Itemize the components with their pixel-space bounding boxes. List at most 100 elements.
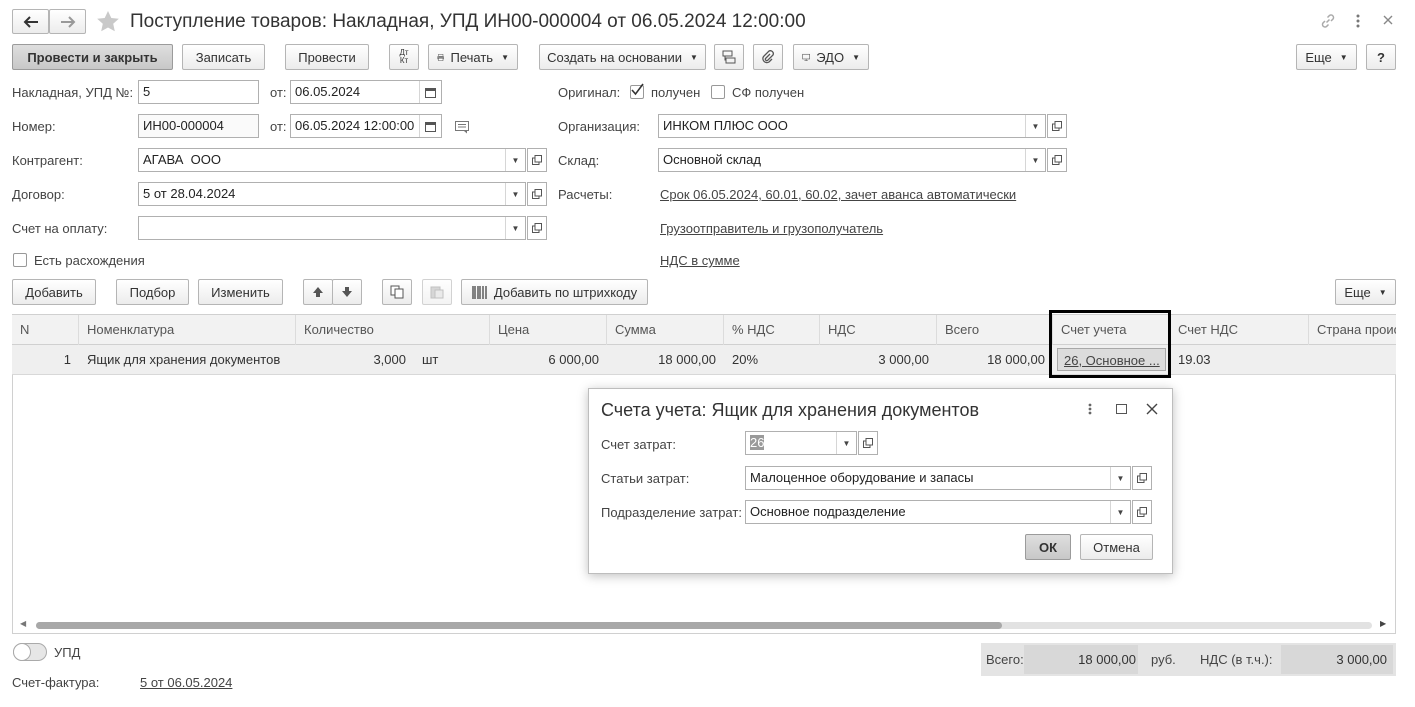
open-cost-account-button[interactable]	[858, 431, 878, 455]
post-button[interactable]: Провести	[285, 44, 369, 70]
chevron-down-icon[interactable]: ▼	[505, 183, 525, 205]
cell-nomenclature[interactable]: Ящик для хранения документов	[79, 345, 296, 375]
invoice-footer-link[interactable]: 5 от 06.05.2024	[140, 675, 232, 691]
column-header-nomenclature[interactable]: Номенклатура	[79, 315, 296, 345]
contract-field[interactable]: 5 от 28.04.2024 ▼	[138, 182, 526, 206]
arrow-right-icon	[60, 15, 75, 28]
change-button[interactable]: Изменить	[198, 279, 283, 305]
forward-button[interactable]	[49, 9, 86, 34]
chevron-down-icon[interactable]: ▼	[1110, 467, 1130, 489]
add-by-barcode-label: Добавить по штрихкоду	[493, 284, 638, 300]
print-button[interactable]: Печать ▼	[428, 44, 518, 70]
chevron-down-icon[interactable]: ▼	[505, 217, 525, 239]
more-button[interactable]: Еще ▼	[1296, 44, 1357, 70]
shipper-consignee-link[interactable]: Грузоотправитель и грузополучатель	[660, 221, 883, 237]
cell-vat-account[interactable]: 19.03	[1170, 345, 1309, 375]
discrepancy-checkbox[interactable]	[13, 253, 27, 267]
chevron-down-icon: ▼	[501, 52, 509, 62]
vat-in-sum-link[interactable]: НДС в сумме	[660, 253, 740, 269]
help-button[interactable]: ?	[1366, 44, 1396, 70]
calendar-icon[interactable]	[419, 115, 441, 137]
open-warehouse-button[interactable]	[1047, 148, 1067, 172]
chevron-down-icon[interactable]: ▼	[836, 432, 856, 454]
scroll-left-arrow[interactable]: ◀	[20, 619, 26, 628]
dt-kt-button[interactable]: Дт Кт	[389, 44, 419, 70]
invoice-number-field[interactable]: 5	[138, 80, 259, 104]
cell-unit[interactable]: шт	[414, 345, 490, 375]
cell-sum[interactable]: 18 000,00	[607, 345, 724, 375]
save-button[interactable]: Записать	[182, 44, 265, 70]
table-row[interactable]: 1 Ящик для хранения документов 3,000 шт …	[12, 345, 1396, 375]
warehouse-field[interactable]: Основной склад ▼	[658, 148, 1046, 172]
doc-date-field[interactable]: 06.05.2024 12:00:00	[290, 114, 442, 138]
open-cost-items-button[interactable]	[1132, 466, 1152, 490]
cell-vat-rate[interactable]: 20%	[724, 345, 820, 375]
cell-total[interactable]: 18 000,00	[937, 345, 1053, 375]
column-header-price[interactable]: Цена	[490, 315, 607, 345]
post-and-close-button[interactable]: Провести и закрыть	[12, 44, 173, 70]
favorite-star-icon[interactable]	[96, 10, 120, 35]
chevron-down-icon[interactable]: ▼	[1025, 115, 1045, 137]
chevron-down-icon[interactable]: ▼	[1110, 501, 1130, 523]
settlements-link[interactable]: Срок 06.05.2024, 60.01, 60.02, зачет ава…	[660, 187, 1016, 203]
column-header-quantity[interactable]: Количество	[296, 315, 490, 345]
total-label: Всего:	[986, 652, 1024, 667]
open-payment-invoice-button[interactable]	[527, 216, 547, 240]
payment-invoice-field[interactable]: ▼	[138, 216, 526, 240]
column-header-vat[interactable]: НДС	[820, 315, 937, 345]
column-header-vat-rate[interactable]: % НДС	[724, 315, 820, 345]
column-header-sum[interactable]: Сумма	[607, 315, 724, 345]
copy-rows-button[interactable]	[382, 279, 412, 305]
close-dialog-icon[interactable]	[1146, 403, 1158, 418]
open-contract-button[interactable]	[527, 182, 547, 206]
move-up-button[interactable]	[303, 279, 333, 305]
cost-department-field[interactable]: Основное подразделение ▼	[745, 500, 1131, 524]
close-window-icon[interactable]	[1382, 14, 1394, 29]
open-contractor-button[interactable]	[527, 148, 547, 172]
contractor-field[interactable]: АГАВА ООО ▼	[138, 148, 526, 172]
column-header-n[interactable]: N	[12, 315, 79, 345]
cost-account-field[interactable]: 26 ▼	[745, 431, 857, 455]
invoice-date-field[interactable]: 06.05.2024	[290, 80, 442, 104]
column-header-country[interactable]: Страна проис	[1309, 315, 1396, 345]
dialog-menu-icon[interactable]	[1086, 402, 1094, 419]
move-down-button[interactable]	[332, 279, 362, 305]
open-form-icon	[1137, 473, 1147, 483]
dialog-cancel-button[interactable]: Отмена	[1080, 534, 1153, 560]
cell-vat[interactable]: 3 000,00	[820, 345, 937, 375]
cell-price[interactable]: 6 000,00	[490, 345, 607, 375]
cell-quantity[interactable]: 3,000	[296, 345, 414, 375]
chevron-down-icon[interactable]: ▼	[1025, 149, 1045, 171]
open-organization-button[interactable]	[1047, 114, 1067, 138]
organization-field[interactable]: ИНКОМ ПЛЮС ООО ▼	[658, 114, 1046, 138]
open-cost-department-button[interactable]	[1132, 500, 1152, 524]
comment-icon[interactable]	[455, 121, 470, 137]
scroll-right-arrow[interactable]: ▶	[1380, 619, 1386, 628]
structure-button[interactable]	[714, 44, 744, 70]
attach-button[interactable]	[753, 44, 783, 70]
window-menu-icon[interactable]	[1352, 12, 1364, 30]
maximize-icon[interactable]	[1116, 404, 1127, 414]
edo-button[interactable]: ЭДО ▼	[793, 44, 869, 70]
doc-number-field[interactable]: ИН00-000004	[138, 114, 259, 138]
link-icon[interactable]	[1320, 13, 1336, 32]
back-button[interactable]	[12, 9, 49, 34]
cost-items-field[interactable]: Малоценное оборудование и запасы ▼	[745, 466, 1131, 490]
received-checkbox[interactable]	[630, 83, 644, 99]
dialog-ok-button[interactable]: ОК	[1025, 534, 1071, 560]
pick-button[interactable]: Подбор	[116, 279, 189, 305]
column-header-vat-account[interactable]: Счет НДС	[1170, 315, 1309, 345]
paste-rows-button[interactable]	[422, 279, 452, 305]
horizontal-scrollbar-track[interactable]	[36, 622, 1372, 629]
column-header-total[interactable]: Всего	[937, 315, 1053, 345]
add-row-button[interactable]: Добавить	[12, 279, 96, 305]
horizontal-scrollbar-thumb[interactable]	[36, 622, 1002, 629]
upd-toggle[interactable]	[13, 643, 47, 661]
sf-received-checkbox[interactable]	[711, 85, 725, 99]
chevron-down-icon[interactable]: ▼	[505, 149, 525, 171]
create-based-button[interactable]: Создать на основании ▼	[539, 44, 706, 70]
calendar-icon[interactable]	[419, 81, 441, 103]
cell-country[interactable]	[1309, 345, 1396, 375]
table-more-button[interactable]: Еще ▼	[1335, 279, 1396, 305]
add-by-barcode-button[interactable]: Добавить по штрихкоду	[461, 279, 648, 305]
